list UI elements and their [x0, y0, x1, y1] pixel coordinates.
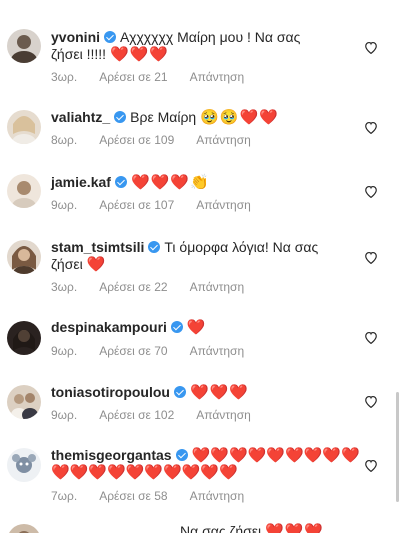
comment-likes[interactable]: Αρέσει σε 70 — [99, 344, 167, 358]
avatar[interactable] — [7, 321, 41, 355]
heart-outline-icon[interactable] — [364, 41, 378, 54]
comment-time: 7ωρ. — [51, 489, 78, 503]
comment-text: yvonini Αχχχχχχ Μαίρη μου ! Να σας — [51, 28, 351, 46]
comment-list: yvonini Αχχχχχχ Μαίρη μου ! Να σας ζήσει … — [0, 0, 400, 533]
comment-body: Τι όμορφα λόγια! Να σας — [164, 239, 319, 255]
scrollbar[interactable] — [396, 392, 399, 502]
comment-meta: 3ωρ. Αρέσει σε 21 Απάντηση — [51, 70, 266, 84]
username[interactable]: valiahtz_ — [51, 109, 110, 125]
comment-likes[interactable]: Αρέσει σε 21 — [99, 70, 167, 84]
comment-text: valiahtz_ Βρε Μαίρη 🥹🥹❤️❤️ — [51, 108, 351, 127]
comment-meta: 3ωρ. Αρέσει σε 22 Απάντηση — [51, 280, 266, 294]
comment-body: Βρε Μαίρη — [130, 109, 197, 125]
verified-badge-icon — [148, 241, 161, 253]
comment-meta: 9ωρ. Αρέσει σε 102 Απάντηση — [51, 408, 273, 422]
comment-likes[interactable]: Αρέσει σε 58 — [99, 489, 167, 503]
heart-outline-icon[interactable] — [364, 121, 378, 134]
comment-text: toniasotiropoulou ❤️❤️❤️ — [51, 383, 351, 402]
comment-time: 8ωρ. — [51, 133, 78, 147]
username[interactable]: stam_tsimtsili — [51, 239, 144, 255]
heart-emojis: ❤️❤️❤️❤️❤️❤️❤️❤️❤️ — [191, 447, 360, 464]
emojis: 🥹🥹❤️❤️ — [200, 109, 279, 126]
comment-time: 3ωρ. — [51, 70, 78, 84]
avatar[interactable] — [7, 29, 41, 63]
reply-button[interactable]: Απάντηση — [196, 408, 251, 422]
comment-time: 9ωρ. — [51, 198, 78, 212]
comment-text: stam_tsimtsili Τι όμορφα λόγια! Να σας — [51, 238, 351, 256]
reply-button[interactable]: Απάντηση — [190, 70, 245, 84]
avatar[interactable] — [7, 385, 41, 419]
reply-button[interactable]: Απάντηση — [190, 280, 245, 294]
verified-badge-icon — [170, 321, 183, 333]
heart-emojis: ❤️ — [86, 256, 107, 273]
comment-text: Να σας ζήσει ❤️❤️❤️ — [180, 522, 330, 533]
comment-meta: 8ωρ. Αρέσει σε 109 Απάντηση — [51, 133, 273, 147]
comment-likes[interactable]: Αρέσει σε 109 — [99, 133, 174, 147]
comment-likes[interactable]: Αρέσει σε 22 — [99, 280, 167, 294]
avatar[interactable] — [7, 524, 41, 533]
heart-emojis: ❤️ — [186, 319, 207, 336]
comment-text-line2: ζήσει ❤️ — [51, 255, 351, 274]
comment-time: 3ωρ. — [51, 280, 78, 294]
heart-emojis: ❤️❤️❤️❤️❤️❤️❤️❤️❤️❤️ — [51, 464, 238, 481]
username[interactable]: yvonini — [51, 29, 100, 45]
comment-meta: 7ωρ. Αρέσει σε 58 Απάντηση — [51, 489, 266, 503]
emojis: ❤️❤️❤️👏 — [130, 174, 210, 191]
comment-likes[interactable]: Αρέσει σε 102 — [99, 408, 174, 422]
comment-meta: 9ωρ. Αρέσει σε 70 Απάντηση — [51, 344, 266, 358]
verified-badge-icon — [104, 31, 117, 43]
comment-meta: 9ωρ. Αρέσει σε 107 Απάντηση — [51, 198, 273, 212]
heart-outline-icon[interactable] — [364, 185, 378, 198]
comment-text-line2: ❤️❤️❤️❤️❤️❤️❤️❤️❤️❤️ — [51, 463, 351, 482]
username[interactable]: jamie.kaf — [51, 174, 111, 190]
comment-text-line2: ζήσει !!!!! ❤️❤️❤️ — [51, 45, 351, 64]
avatar[interactable] — [7, 448, 41, 482]
avatar[interactable] — [7, 110, 41, 144]
comment-body: Αχχχχχχ Μαίρη μου ! Να σας — [120, 29, 301, 45]
verified-badge-icon — [175, 449, 188, 461]
comment-time: 9ωρ. — [51, 344, 78, 358]
reply-button[interactable]: Απάντηση — [196, 198, 251, 212]
comment-body-continued: ζήσει !!!!! — [51, 46, 107, 62]
avatar[interactable] — [7, 240, 41, 274]
reply-button[interactable]: Απάντηση — [190, 344, 245, 358]
comment-time: 9ωρ. — [51, 408, 78, 422]
avatar[interactable] — [7, 174, 41, 208]
username[interactable]: toniasotiropoulou — [51, 384, 170, 400]
username[interactable]: themisgeorgantas — [51, 447, 172, 463]
heart-outline-icon[interactable] — [364, 331, 378, 344]
comment-text: jamie.kaf ❤️❤️❤️👏 — [51, 173, 351, 192]
heart-outline-icon[interactable] — [364, 459, 378, 472]
comment-body-continued: ζήσει — [51, 256, 83, 272]
comment-likes[interactable]: Αρέσει σε 107 — [99, 198, 174, 212]
heart-outline-icon[interactable] — [364, 251, 378, 264]
reply-button[interactable]: Απάντηση — [190, 489, 245, 503]
reply-button[interactable]: Απάντηση — [196, 133, 251, 147]
comment-body: Να σας ζήσει — [180, 523, 262, 533]
username[interactable]: despinakampouri — [51, 319, 167, 335]
verified-badge-icon — [173, 386, 186, 398]
heart-emojis: ❤️❤️❤️ — [189, 384, 250, 401]
verified-badge-icon — [114, 111, 127, 123]
heart-emojis: ❤️❤️❤️ — [265, 523, 325, 533]
verified-badge-icon — [114, 176, 127, 188]
comment-text: despinakampouri ❤️ — [51, 318, 351, 337]
heart-emojis: ❤️❤️❤️ — [109, 46, 169, 63]
heart-outline-icon[interactable] — [364, 395, 378, 408]
